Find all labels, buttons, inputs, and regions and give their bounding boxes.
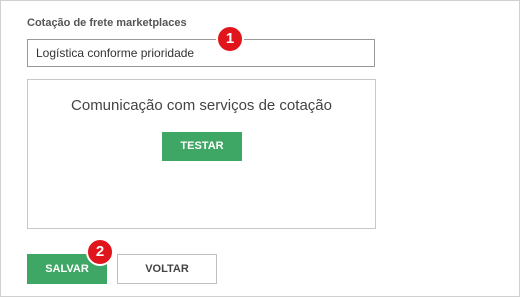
back-button[interactable]: VOLTAR <box>117 254 217 284</box>
step-marker-2: 2 <box>86 238 114 266</box>
step-marker-1: 1 <box>216 25 244 53</box>
test-button[interactable]: TESTAR <box>162 132 242 161</box>
freight-settings-panel: Cotação de frete marketplaces Logística … <box>0 0 520 297</box>
quote-service-test-box: Comunicação com serviços de cotação TEST… <box>27 79 376 229</box>
section-title: Cotação de frete marketplaces <box>27 17 187 29</box>
logistics-select[interactable]: Logística conforme prioridade <box>27 39 375 67</box>
test-box-title: Comunicação com serviços de cotação <box>71 97 332 114</box>
